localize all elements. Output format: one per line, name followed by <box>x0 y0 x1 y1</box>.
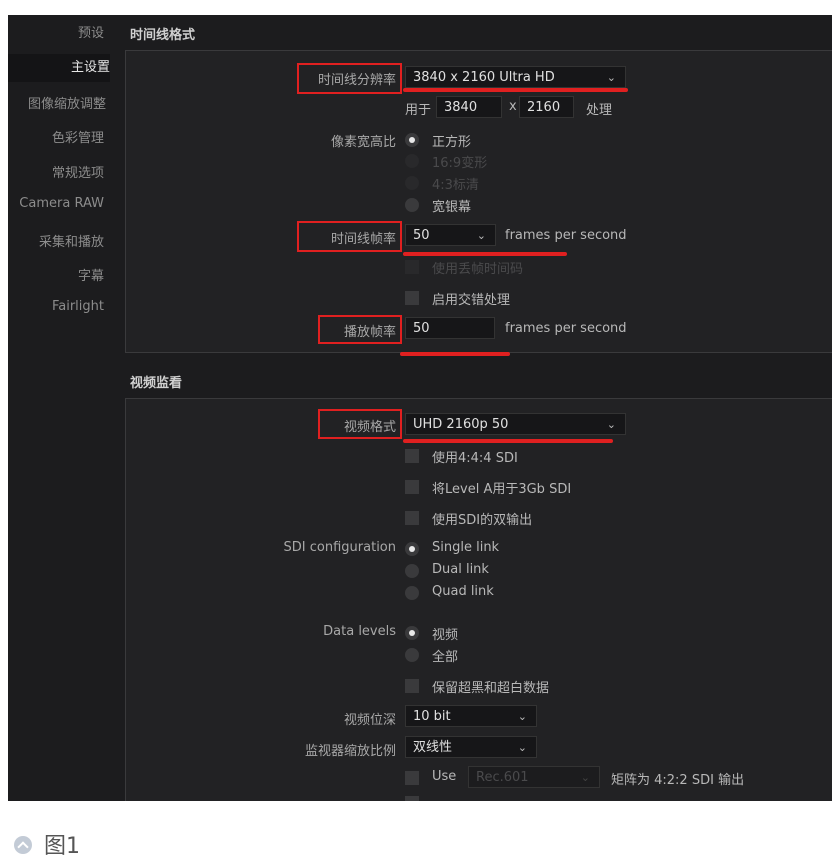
checkbox-retain-levels[interactable] <box>405 679 419 693</box>
highlight-line-framerate <box>403 252 567 256</box>
radio-square[interactable] <box>405 133 419 147</box>
drop-frame-label: 使用丢帧时间码 <box>432 262 524 277</box>
chevron-down-icon: ⌄ <box>580 771 590 784</box>
pixel-aspect-label: 像素宽高比 <box>330 135 396 150</box>
playback-input[interactable]: 50 <box>405 317 495 339</box>
height-input[interactable]: 2160 <box>519 96 574 118</box>
sidebar-item-subtitles[interactable]: 字幕 <box>78 265 104 284</box>
fps-unit: frames per second <box>505 228 627 243</box>
option-quad-link: Quad link <box>432 584 494 599</box>
option-cinemascope: 宽银幕 <box>432 200 472 215</box>
matrix-dropdown[interactable]: Rec.601 ⌄ <box>468 766 600 788</box>
radio-full-level[interactable] <box>405 648 419 662</box>
matrix-suffix: 矩阵为 4:2:2 SDI 输出 <box>611 773 745 788</box>
bit-depth-value: 10 bit <box>413 709 451 724</box>
radio-dual-link[interactable] <box>405 564 419 578</box>
sdi-444-label: 使用4:4:4 SDI <box>432 451 518 466</box>
use-matrix-label: Use <box>432 769 457 784</box>
radio-single-link[interactable] <box>405 542 419 556</box>
retain-levels-label: 保留超黑和超白数据 <box>432 681 550 696</box>
option-dual-link: Dual link <box>432 562 489 577</box>
sidebar-item-master-settings[interactable]: 主设置 <box>8 54 110 82</box>
radio-quad-link[interactable] <box>405 586 419 600</box>
x-label: x <box>509 99 517 114</box>
dual-output-label: 使用SDI的双输出 <box>432 513 533 528</box>
option-4-3-sd: 4:3标清 <box>432 178 479 193</box>
highlight-line-resolution <box>403 88 628 92</box>
radio-video-level[interactable] <box>405 626 419 640</box>
framerate-value: 50 <box>413 228 430 243</box>
sidebar-item-general-options[interactable]: 常规选项 <box>52 162 104 181</box>
highlight-line-video-format <box>403 439 613 443</box>
data-levels-label: Data levels <box>323 624 396 639</box>
sidebar-item-camera-raw[interactable]: Camera RAW <box>19 196 104 211</box>
chevron-down-icon: ⌄ <box>476 229 486 242</box>
checkbox-sdi-444[interactable] <box>405 449 419 463</box>
chevron-down-icon: ⌄ <box>517 741 527 754</box>
video-format-dropdown[interactable]: UHD 2160p 50 ⌄ <box>405 413 626 435</box>
video-format-value: UHD 2160p 50 <box>413 417 509 432</box>
playback-label: 播放帧率 <box>343 325 396 340</box>
checkbox-level-a[interactable] <box>405 480 419 494</box>
matrix-value: Rec.601 <box>476 770 529 785</box>
resolution-value: 3840 x 2160 Ultra HD <box>413 70 555 85</box>
sidebar-item-presets[interactable]: 预设 <box>78 22 104 41</box>
video-format-label: 视频格式 <box>343 420 396 435</box>
chevron-down-icon: ⌄ <box>606 71 616 84</box>
sdi-config-label: SDI configuration <box>283 540 396 555</box>
framerate-label: 时间线帧率 <box>330 232 396 247</box>
highlight-line-playback <box>400 352 510 356</box>
option-16-9-anamorphic: 16:9变形 <box>432 156 488 171</box>
bit-depth-dropdown[interactable]: 10 bit ⌄ <box>405 705 537 727</box>
scaling-label: 监视器缩放比例 <box>304 744 396 759</box>
settings-window: 预设 主设置 图像缩放调整 色彩管理 常规选项 Camera RAW 采集和播放… <box>8 15 832 801</box>
resolution-label: 时间线分辨率 <box>317 73 396 88</box>
up-arrow-circle-icon <box>14 836 32 854</box>
scaling-value: 双线性 <box>413 740 453 755</box>
interlace-label: 启用交错处理 <box>432 293 511 308</box>
chevron-down-icon: ⌄ <box>606 418 616 431</box>
sidebar-item-color-management[interactable]: 色彩管理 <box>52 127 104 146</box>
section-title-timeline-format: 时间线格式 <box>130 28 196 43</box>
level-a-label: 将Level A用于3Gb SDI <box>432 482 572 497</box>
checkbox-drop-frame[interactable] <box>405 260 419 274</box>
option-square: 正方形 <box>432 135 472 150</box>
sidebar-item-fairlight[interactable]: Fairlight <box>52 299 104 314</box>
checkbox-interlace[interactable] <box>405 291 419 305</box>
chevron-down-icon: ⌄ <box>517 710 527 723</box>
sidebar-item-image-scaling[interactable]: 图像缩放调整 <box>28 93 106 112</box>
option-video-level: 视频 <box>432 628 459 643</box>
radio-cinemascope[interactable] <box>405 198 419 212</box>
playback-unit: frames per second <box>505 321 627 336</box>
radio-16-9-anamorphic[interactable] <box>405 154 419 168</box>
option-single-link: Single link <box>432 540 500 555</box>
use-label: 用于 <box>405 103 432 118</box>
width-input[interactable]: 3840 <box>436 96 502 118</box>
process-label: 处理 <box>586 103 613 118</box>
sidebar: 预设 主设置 图像缩放调整 色彩管理 常规选项 Camera RAW 采集和播放… <box>8 15 118 801</box>
option-full-level: 全部 <box>432 650 459 665</box>
bit-depth-label: 视频位深 <box>343 713 396 728</box>
framerate-dropdown[interactable]: 50 ⌄ <box>405 224 496 246</box>
checkbox-dual-output[interactable] <box>405 511 419 525</box>
resolution-dropdown[interactable]: 3840 x 2160 Ultra HD ⌄ <box>405 66 626 88</box>
section-title-video-monitor: 视频监看 <box>130 376 183 391</box>
checkbox-use-matrix[interactable] <box>405 771 419 785</box>
sidebar-item-capture-playback[interactable]: 采集和播放 <box>39 231 104 250</box>
checkbox-partial[interactable] <box>405 796 419 801</box>
radio-4-3-sd[interactable] <box>405 176 419 190</box>
scaling-dropdown[interactable]: 双线性 ⌄ <box>405 736 537 758</box>
figure-caption: 图1 <box>44 834 80 859</box>
